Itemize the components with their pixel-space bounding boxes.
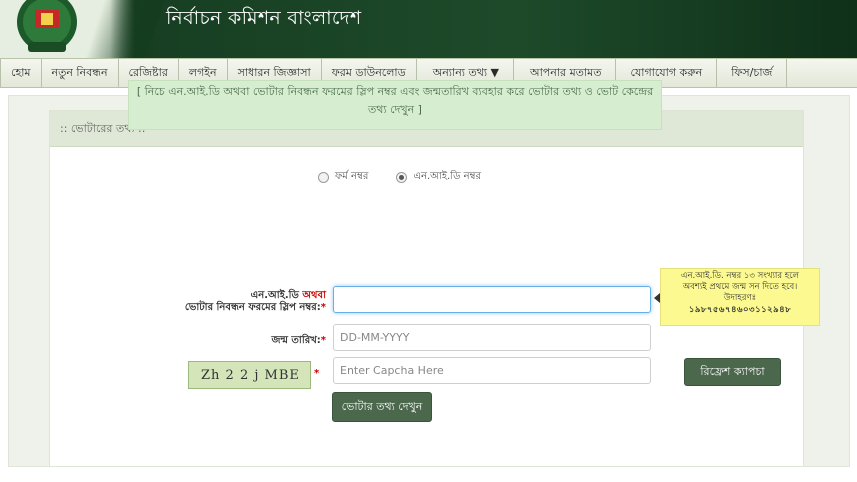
number-type-radio-group: ফর্ম নম্বর এন.আই.ডি নম্বর — [318, 169, 481, 186]
dob-input[interactable]: DD-MM-YYYY — [333, 324, 651, 351]
radio-nid-number-dot[interactable] — [396, 172, 408, 183]
nid-input[interactable] — [333, 286, 651, 313]
required-mark: * — [320, 302, 326, 313]
radio-nid-number-label: এন.আই.ডি নম্বর — [413, 171, 481, 182]
show-voter-info-button[interactable]: ভোটার তথ্য দেখুন — [332, 392, 432, 422]
refresh-captcha-button[interactable]: রিফ্রেশ ক্যাপচা — [684, 358, 781, 386]
site-title: নির্বাচন কমিশন বাংলাদেশ — [166, 7, 362, 29]
tooltip-line2: অবশ্যই প্রথমে জন্ম সন দিতে হবে। — [682, 282, 798, 292]
radio-form-number-dot[interactable] — [318, 172, 329, 183]
radio-nid-number[interactable]: এন.আই.ডি নম্বর — [396, 169, 481, 186]
nav-item-new-registration[interactable]: নতুন নিবন্ধন — [42, 59, 119, 87]
nid-label-part1: এন.আই.ডি — [250, 290, 299, 301]
tooltip-line3: উদাহরণঃ — [723, 293, 757, 303]
radio-form-number-label: ফর্ম নম্বর — [335, 171, 369, 182]
nid-label-part2: ভোটার নিবন্ধন ফরমের স্লিপ নম্বর: — [184, 302, 321, 313]
election-commission-logo[interactable] — [8, 0, 86, 58]
dob-field-label: জন্ম তারিখ:* — [200, 333, 326, 350]
tooltip-example: ১৯৮৭৫৬৭৪৬০৩১১২৯৪৮ — [688, 305, 792, 315]
captcha-text: Zh 2 2 j MBE — [201, 368, 300, 383]
captcha-required-mark: * — [314, 368, 322, 379]
nid-label-or: অথবা — [302, 290, 326, 301]
site-header: নির্বাচন কমিশন বাংলাদেশ — [0, 0, 857, 58]
captcha-image: Zh 2 2 j MBE — [188, 361, 311, 389]
radio-form-number[interactable]: ফর্ম নম্বর — [318, 169, 368, 186]
instruction-notice: [ নিচে এন.আই.ডি অথবা ভোটার নিবন্ধন ফরমের… — [128, 80, 662, 130]
captcha-input[interactable]: Enter Capcha Here — [333, 357, 651, 384]
header-shade — [85, 0, 165, 58]
tooltip-line1: এন.আই.ডি. নম্বর ১৩ সংখ্যার হলে — [681, 271, 799, 281]
required-mark: * — [314, 368, 320, 379]
required-mark: * — [320, 335, 326, 346]
nid-field-label: এন.আই.ডি অথবা ভোটার নিবন্ধন ফরমের স্লিপ … — [150, 290, 326, 314]
nav-item-fees[interactable]: ফিস/চার্জ — [717, 59, 788, 87]
dob-label-text: জন্ম তারিখ: — [271, 335, 321, 346]
nid-help-tooltip: এন.আই.ডি. নম্বর ১৩ সংখ্যার হলে অবশ্যই প্… — [660, 268, 820, 326]
nav-item-home[interactable]: হোম — [0, 59, 42, 87]
